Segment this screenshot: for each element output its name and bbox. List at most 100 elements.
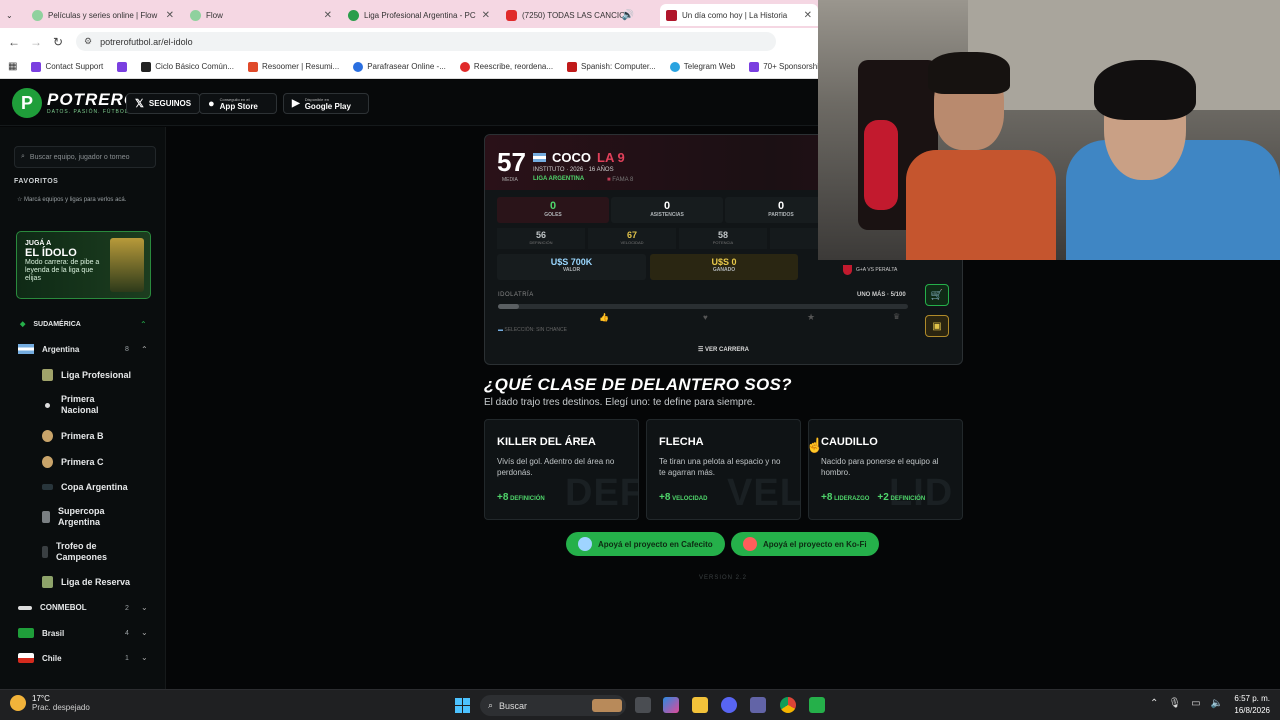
sidebar-item-chile[interactable]: Chile (18, 653, 62, 663)
chevron-down-icon[interactable]: ⌄ (141, 653, 148, 662)
site-info-icon[interactable]: ⚙ (84, 36, 92, 47)
sidebar-item-liga-de-reserva[interactable]: Liga de Reserva (42, 576, 130, 588)
forward-icon[interactable]: → (28, 35, 44, 49)
app-store-button[interactable]: ● Conseguilo en el App Store (199, 93, 277, 114)
potrero-app-icon[interactable] (809, 697, 825, 713)
close-icon[interactable]: ✕ (804, 10, 812, 21)
teams-icon[interactable] (750, 697, 766, 713)
soccer-ball-icon (348, 9, 359, 21)
sidebar-item-brasil[interactable]: Brasil (18, 628, 64, 638)
question-title: ¿QUÉ CLASE DE DELANTERO SOS? (484, 375, 792, 394)
tab-un-dia-como-hoy[interactable]: Un día como hoy | La Historia ✕ (660, 4, 818, 26)
bookmark-label: Resoomer | Resumi... (261, 62, 340, 71)
ver-carrera-link[interactable]: ☰ VER CARRERA (485, 346, 962, 353)
bookmark-spanish[interactable]: Spanish: Computer... (567, 61, 656, 72)
sidebar-item-primera-c[interactable]: Primera C (42, 456, 104, 468)
brand-name[interactable]: POTRERO (47, 90, 138, 110)
tab-list-chevron-icon[interactable]: ⌄ (0, 4, 20, 26)
sidebar-item-liga-profesional[interactable]: Liga Profesional (42, 369, 131, 381)
tab-bar: ⌄ Películas y series online | Flow ✕ Flo… (0, 0, 818, 28)
chrome-icon[interactable] (780, 697, 796, 713)
discord-icon[interactable] (721, 697, 737, 713)
kofi-icon (743, 537, 757, 551)
tab-youtube[interactable]: (7250) TODAS LAS CANCIO 🔊 (500, 4, 640, 26)
bookmark-telegram[interactable]: Telegram Web (669, 61, 735, 72)
bookmark-label: Reescribe, reordena... (473, 62, 554, 71)
cart-icon[interactable]: 🛒 (925, 284, 949, 306)
argentina-flag-icon (533, 153, 546, 162)
close-icon[interactable]: ✕ (482, 10, 490, 21)
apps-grid-icon[interactable]: ▦ (8, 61, 17, 72)
back-icon[interactable]: ← (6, 35, 22, 49)
close-icon[interactable]: ✕ (324, 10, 332, 21)
attr-velocidad: 67 VELOCIDAD (588, 228, 676, 249)
choice-desc: Te tiran una pelota al espacio y no te a… (659, 457, 781, 477)
kofi-button[interactable]: Apoyá el proyecto en Ko-Fi (731, 532, 879, 556)
bookmark-parafrasear[interactable]: Parafrasear Online -... (353, 61, 446, 72)
choice-flecha[interactable]: VEL FLECHA Te tiran una pelota al espaci… (646, 419, 801, 520)
speaker-icon[interactable]: 🔊 (622, 10, 634, 21)
file-explorer-icon[interactable] (692, 697, 708, 713)
copilot-icon[interactable] (663, 697, 679, 713)
chevron-down-icon[interactable]: ⌄ (141, 628, 148, 637)
windows-start-icon[interactable] (455, 698, 470, 713)
choice-killer-del-area[interactable]: DEF KILLER DEL ÁREA Vivís del gol. Adent… (484, 419, 639, 520)
other-label: Brasil (42, 628, 65, 638)
league-icon (42, 576, 53, 588)
bonus-label: VELOCIDAD (672, 496, 708, 502)
player-name-text: COCO (552, 150, 591, 165)
country-argentina[interactable]: Argentina (18, 344, 79, 354)
search-input[interactable]: ⌕ Buscar equipo, jugador o torneo (14, 146, 156, 168)
sidebar-item-trofeo-de-campeones[interactable]: Trofeo de Campeones (42, 541, 116, 563)
bookmark-cbc[interactable]: Ciclo Básico Común... (141, 61, 234, 72)
el-idolo-promo[interactable]: JUGÁ A EL ÍDOLO Modo carrera: de pibe a … (16, 231, 151, 299)
tab-liga-profesional[interactable]: Liga Profesional Argentina - PC ✕ (342, 4, 496, 26)
other-count: 2 (125, 605, 129, 612)
weather-temp: 17°C (32, 694, 50, 703)
volume-icon[interactable]: 🔈 (1211, 698, 1223, 709)
bookmark-contact-support[interactable]: Contact Support (31, 61, 103, 72)
display-icon[interactable]: ▭ (1191, 698, 1200, 709)
other-count: 4 (125, 630, 129, 637)
url-field[interactable]: ⚙ potrerofutbol.ar/el-idolo (76, 32, 776, 51)
bookmark-resoomer[interactable]: Resoomer | Resumi... (247, 61, 340, 72)
appstore-label: App Store (219, 101, 258, 111)
task-view-icon[interactable] (635, 697, 651, 713)
media-label: MEDIA (502, 177, 518, 183)
bookmark-sponsorship[interactable]: 70+ Sponsorship O... (749, 61, 818, 72)
chevron-up-icon[interactable]: ⌃ (140, 320, 147, 329)
brand-tagline: DATOS. PASIÓN. FÚTBOL. (47, 109, 131, 115)
sidebar-item-conmebol[interactable]: CONMEBOL (18, 603, 87, 612)
potrero-logo[interactable]: P (12, 88, 42, 118)
microphone-icon[interactable]: 🎙 (1168, 698, 1181, 709)
sidebar-item-primera-nacional[interactable]: Primera Nacional (42, 394, 152, 416)
favorites-heading: FAVORITOS (14, 178, 59, 185)
tab-flow-movies[interactable]: Películas y series online | Flow ✕ (26, 4, 180, 26)
chevron-up-icon[interactable]: ⌃ (1150, 698, 1158, 709)
sidebar-item-primera-b[interactable]: Primera B (42, 430, 104, 442)
tab-flow[interactable]: Flow ✕ (184, 4, 338, 26)
cafecito-button[interactable]: Apoyá el proyecto en Cafecito (566, 532, 725, 556)
milestone-trophy-icon: ♛ (893, 312, 901, 321)
sidebar-item-supercopa-argentina[interactable]: Supercopa Argentina (42, 506, 118, 528)
clock[interactable]: 6:57 p. m. 16/8/2026 (1226, 693, 1270, 717)
choice-caudillo[interactable]: LID CAUDILLO Nacido para ponerse el equi… (808, 419, 963, 520)
follow-button[interactable]: 𝕏 SEGUINOS (126, 93, 201, 114)
google-play-button[interactable]: ▶ Disponible en Google Play (283, 93, 369, 114)
chevron-down-icon[interactable]: ⌄ (141, 603, 148, 612)
conmebol-icon (18, 605, 32, 610)
weather-widget[interactable]: 17°C Prac. despejado (10, 694, 90, 712)
close-icon[interactable]: ✕ (166, 10, 174, 21)
chevron-up-icon[interactable]: ⌃ (141, 345, 148, 354)
region-sudamerica[interactable]: ◆ SUDAMÉRICA (20, 320, 81, 329)
seleccion-text: SELECCIÓN: SIN CHANCE (504, 327, 567, 333)
reload-icon[interactable]: ↻ (50, 35, 66, 49)
taskbar-search[interactable]: ⌕ Buscar (480, 695, 626, 716)
bookmark-label: 70+ Sponsorship O... (763, 62, 818, 71)
stat-value: 0 (549, 200, 557, 212)
sidebar-item-copa-argentina[interactable]: Copa Argentina (42, 482, 128, 492)
bookmark-twitch[interactable] (117, 61, 128, 72)
x-icon: 𝕏 (135, 98, 144, 110)
bookmark-reescribe[interactable]: Reescribe, reordena... (459, 61, 554, 72)
backpack-icon[interactable]: ▣ (925, 315, 949, 337)
